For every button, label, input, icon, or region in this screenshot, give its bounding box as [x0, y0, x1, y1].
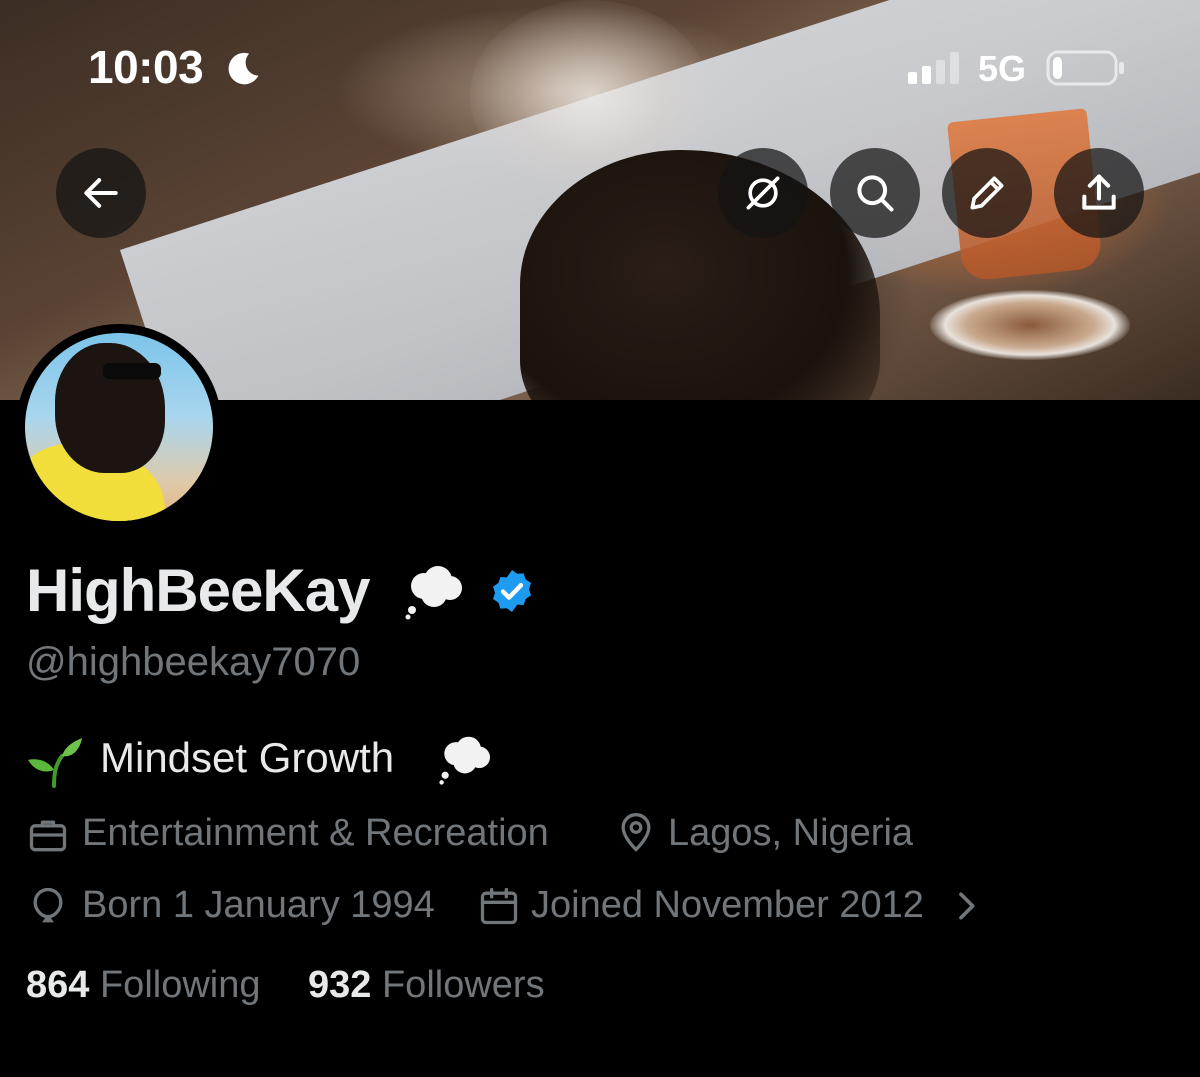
network-type: 5G [978, 48, 1027, 89]
edit-button[interactable] [942, 148, 1032, 238]
followers-label: Followers [381, 964, 545, 1006]
profile-joined-date[interactable]: Joined November 2012 [531, 884, 924, 927]
thought-balloon-icon [439, 736, 490, 785]
avatar[interactable] [25, 333, 213, 521]
chevron-right-icon[interactable] [946, 884, 986, 928]
search-icon [857, 175, 894, 212]
user-handle: @highbeekay7070 [26, 640, 361, 684]
search-button[interactable] [830, 148, 920, 238]
followers-count: 932 [308, 964, 372, 1006]
share-icon [1082, 174, 1116, 210]
following-count: 864 [26, 964, 90, 1006]
location-pin-icon [621, 813, 651, 852]
followers-link[interactable]: 932 Followers [308, 964, 545, 1007]
verified-badge-icon[interactable] [488, 567, 536, 615]
profile-birthday: Born 1 January 1994 [82, 884, 435, 926]
share-button[interactable] [1054, 148, 1144, 238]
pencil-icon [970, 176, 1004, 210]
signal-strength-icon [908, 52, 959, 84]
banner-photo-plate [930, 290, 1130, 360]
profile-category: Entertainment & Recreation [82, 812, 549, 854]
back-button[interactable] [56, 148, 146, 238]
back-arrow-icon [84, 178, 118, 208]
profile-location: Lagos, Nigeria [668, 812, 914, 854]
display-name: HighBeeKay [26, 557, 370, 624]
avatar-sunglasses [103, 363, 161, 379]
calendar-icon [480, 887, 518, 925]
bio-text: Mindset Growth [100, 734, 395, 781]
grok-icon [746, 176, 780, 210]
thought-balloon-icon [405, 566, 462, 620]
briefcase-icon [29, 820, 67, 852]
seedling-icon [28, 738, 82, 788]
following-link[interactable]: 864 Following [26, 964, 261, 1007]
status-time: 10:03 [88, 41, 204, 93]
grok-button[interactable] [718, 148, 808, 238]
moon-icon [228, 52, 259, 85]
battery-icon [1046, 50, 1124, 86]
following-label: Following [99, 964, 261, 1006]
balloon-icon [33, 887, 63, 923]
